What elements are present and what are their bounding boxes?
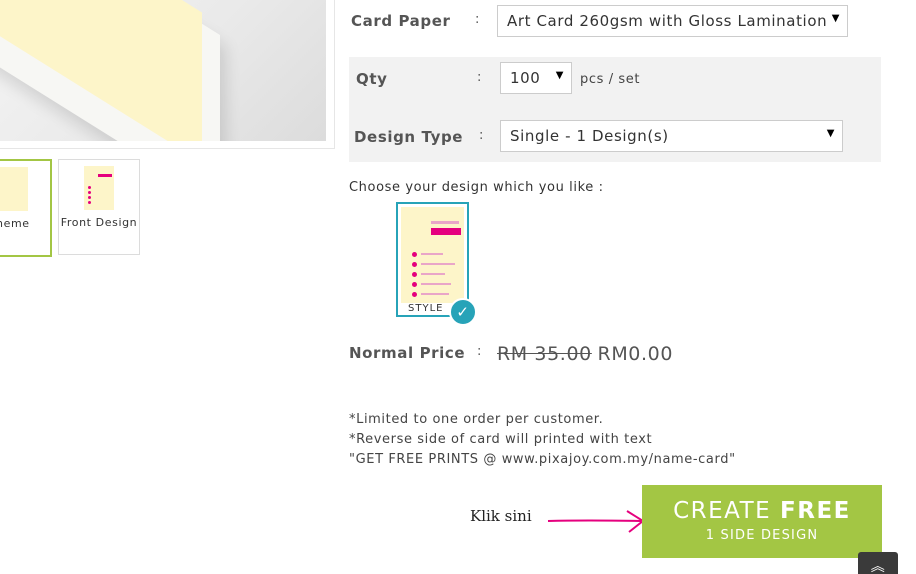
note-line: "GET FREE PRINTS @ www.pixajoy.com.my/na… xyxy=(349,452,736,467)
card-paper-colon: : xyxy=(475,12,480,27)
chevron-down-icon: ▼ xyxy=(831,13,840,24)
qty-value: 100 xyxy=(510,69,541,87)
current-price: RM0.00 xyxy=(597,343,674,365)
card-paper-select[interactable]: Art Card 260gsm with Gloss Lamination ▼ xyxy=(497,5,848,37)
create-free-design-button[interactable]: CREATE FREE 1 SIDE DESIGN xyxy=(642,485,882,558)
double-chevron-up-icon: ︽ xyxy=(870,559,886,574)
qty-label: Qty xyxy=(356,70,388,88)
cta-line1-prefix: CREATE xyxy=(673,498,772,524)
style-design-image xyxy=(401,207,464,303)
thumbnail-label: Front Design xyxy=(60,216,138,229)
product-preview xyxy=(0,0,335,149)
card-paper-label: Card Paper xyxy=(351,12,451,30)
design-chooser-prompt: Choose your design which you like : xyxy=(349,180,604,195)
chevron-down-icon: ▼ xyxy=(555,70,564,81)
offer-notes: *Limited to one order per customer. *Rev… xyxy=(349,410,736,470)
card-paper-value: Art Card 260gsm with Gloss Lamination xyxy=(507,12,828,30)
product-image xyxy=(0,0,326,141)
price-colon: : xyxy=(477,344,482,359)
price-values: RM 35.00 RM0.00 xyxy=(497,343,673,365)
cta-line2: 1 SIDE DESIGN xyxy=(705,528,819,543)
design-type-colon: : xyxy=(479,128,484,143)
click-hint: Klik sini xyxy=(470,507,532,525)
note-line: *Reverse side of card will printed with … xyxy=(349,432,653,447)
qty-unit: pcs / set xyxy=(580,72,641,87)
cta-line1-emph: FREE xyxy=(780,498,851,524)
hand-drawn-arrow-icon xyxy=(547,510,645,533)
design-type-label: Design Type xyxy=(354,128,464,146)
price-label: Normal Price xyxy=(349,344,466,362)
thumbnail-image xyxy=(0,167,28,211)
design-type-value: Single - 1 Design(s) xyxy=(510,127,669,145)
thumbnail-image xyxy=(84,166,114,210)
scroll-to-top-button[interactable]: ︽ xyxy=(858,552,898,574)
note-line: *Limited to one order per customer. xyxy=(349,412,604,427)
chevron-down-icon: ▼ xyxy=(826,128,835,139)
original-price: RM 35.00 xyxy=(497,343,592,365)
qty-colon: : xyxy=(477,70,482,85)
qty-select[interactable]: 100 ▼ xyxy=(500,62,572,94)
thumbnail-theme[interactable]: heme xyxy=(0,159,52,257)
style-label: STYLE xyxy=(408,303,444,314)
thumbnail-front-design[interactable]: Front Design xyxy=(58,159,140,255)
design-type-select[interactable]: Single - 1 Design(s) ▼ xyxy=(500,120,843,152)
check-icon: ✓ xyxy=(449,298,477,326)
thumbnail-label: heme xyxy=(0,217,30,230)
